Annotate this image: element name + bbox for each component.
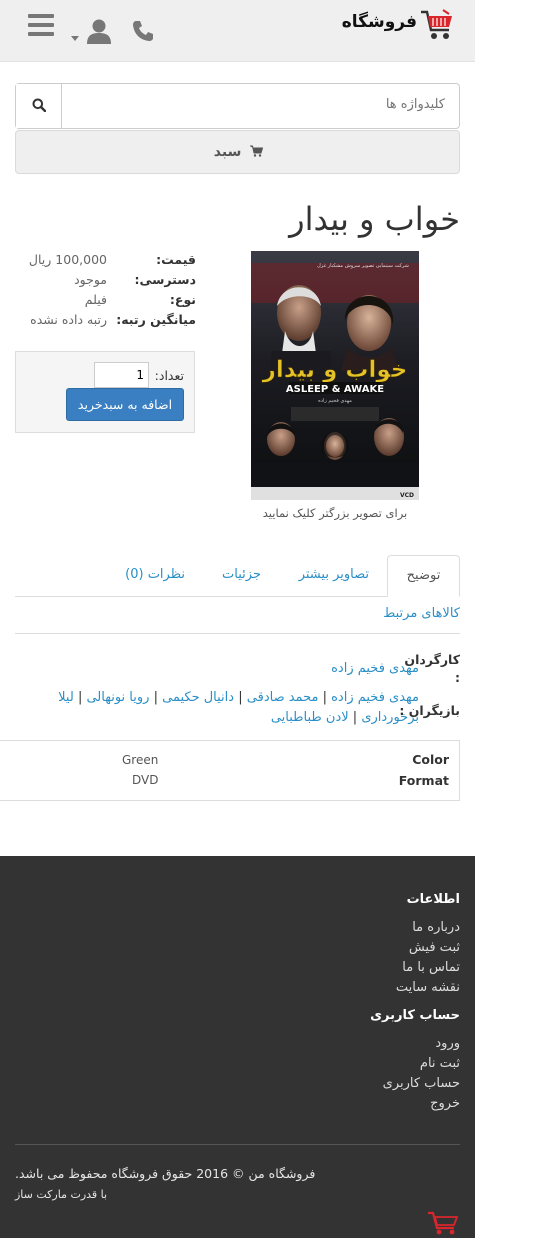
rating-value: رتبه داده نشده (30, 312, 107, 327)
cart-label-text: سبد (213, 144, 242, 160)
footer-link-login[interactable]: ورود (435, 1036, 460, 1051)
page: فروشگاه سبد خواب و بیدار (0, 0, 475, 1238)
spec-value-format: DVD (132, 773, 159, 787)
footer-link-account[interactable]: حساب کاربری (383, 1076, 460, 1091)
footer-cart-icon[interactable] (426, 1210, 460, 1236)
poster-badge: VCD (400, 492, 414, 499)
search-button[interactable] (16, 84, 62, 128)
footer: اطلاعات درباره ما ثبت فیش تماس با ما نقش… (0, 856, 475, 1238)
footer-link-receipt[interactable]: ثبت فیش (409, 940, 460, 955)
spec-key-format: Format (398, 773, 449, 788)
search-icon (32, 98, 46, 112)
cast-separator: | (238, 690, 243, 705)
poster-director: مهدی فخیم زاده (318, 398, 352, 404)
cast-link[interactable]: دانیال حکیمی (162, 690, 234, 705)
type-value: فیلم (84, 292, 107, 307)
cast-link[interactable]: برخورداری (361, 710, 419, 725)
spec-key-color: Color (412, 752, 449, 767)
cast-separator: | (77, 690, 83, 705)
cast-line-2: برخورداری | لادن طباطبایی (271, 710, 419, 725)
cast-separator: | (322, 690, 327, 705)
availability-label: دسترسی: (134, 272, 196, 287)
cast-link[interactable]: مهدی فخیم زاده (331, 690, 419, 705)
quantity-input[interactable] (94, 362, 149, 388)
footer-link-register[interactable]: ثبت نام (420, 1056, 460, 1071)
tabs-divider (15, 633, 460, 634)
phone-icon[interactable] (131, 19, 155, 43)
add-to-cart-button[interactable]: اضافه به سبدخرید (66, 388, 184, 421)
search-box (15, 83, 460, 129)
add-to-cart-box: تعداد: اضافه به سبدخرید (15, 351, 195, 433)
spec-table: Color Green Format DVD (0, 740, 460, 801)
footer-divider (15, 1144, 460, 1145)
user-icon[interactable] (86, 18, 112, 44)
cast-link[interactable]: لیلا (58, 690, 74, 705)
cart-icon (250, 145, 264, 157)
director-colon: : (455, 670, 460, 685)
quantity-label: تعداد: (154, 368, 184, 383)
logo-text[interactable]: فروشگاه (342, 12, 417, 32)
footer-account-heading: حساب کاربری (370, 1008, 460, 1023)
poster-top-text: شرکت سینمایی تصویر سروش مشکبار غزل (317, 263, 409, 269)
product-title: خواب و بیدار (289, 200, 460, 238)
price-label: قیمت: (156, 252, 196, 267)
tab-reviews[interactable]: نظرات (0) (125, 567, 185, 582)
tab-description[interactable]: توضیح (387, 555, 460, 597)
search-input[interactable] (85, 97, 445, 112)
cart-button-label: سبد (16, 144, 461, 160)
rating-label: میانگین رتبه: (116, 312, 196, 327)
shopping-cart-icon[interactable] (419, 8, 455, 42)
footer-info-heading: اطلاعات (406, 892, 460, 907)
poster-title-en: ASLEEP & AWAKE (286, 384, 384, 395)
hamburger-menu-icon[interactable] (28, 14, 54, 36)
product-image[interactable]: شرکت سینمایی تصویر سروش مشکبار غزل خواب … (251, 251, 419, 500)
footer-link-about[interactable]: درباره ما (412, 920, 460, 935)
poster-graphic: شرکت سینمایی تصویر سروش مشکبار غزل خواب … (251, 251, 419, 500)
footer-link-contact[interactable]: تماس با ما (402, 960, 460, 975)
cast-separator: | (153, 690, 158, 705)
director-link[interactable]: مهدی فخیم زاده (331, 661, 419, 676)
image-caption[interactable]: برای تصویر بزرگتر کلیک نمایید (210, 506, 460, 520)
tabs-divider-top (15, 596, 387, 597)
type-label: نوع: (169, 292, 196, 307)
cast-link[interactable]: رویا نونهالی (86, 690, 149, 705)
poster-title-fa: خواب و بیدار (262, 357, 408, 383)
tab-related-products[interactable]: کالاهای مرتبط (383, 606, 460, 621)
availability-value: موجود (74, 272, 107, 287)
cast-link[interactable]: محمد صادقی (247, 690, 319, 705)
header-bar: فروشگاه (0, 0, 475, 62)
spec-value-color: Green (122, 753, 159, 767)
caret-down-icon[interactable] (71, 36, 79, 41)
footer-link-logout[interactable]: خروج (430, 1096, 460, 1111)
copyright-text: فروشگاه من © 2016 حقوق فروشگاه محفوظ می … (15, 1166, 316, 1181)
cart-button[interactable]: سبد (15, 130, 460, 174)
cast-line-1: مهدی فخیم زاده | محمد صادقی | دانیال حکی… (58, 690, 419, 705)
footer-link-sitemap[interactable]: نقشه سایت (396, 980, 460, 995)
price-value: 100,000 ریال (28, 252, 107, 267)
cast-link[interactable]: لادن طباطبایی (271, 710, 349, 725)
tab-details[interactable]: جزئیات (222, 567, 261, 582)
tab-more-images[interactable]: تصاویر بیشتر (299, 567, 369, 582)
cast-separator: | (352, 710, 358, 725)
powered-by-text: با قدرت مارکت ساز (15, 1188, 108, 1201)
